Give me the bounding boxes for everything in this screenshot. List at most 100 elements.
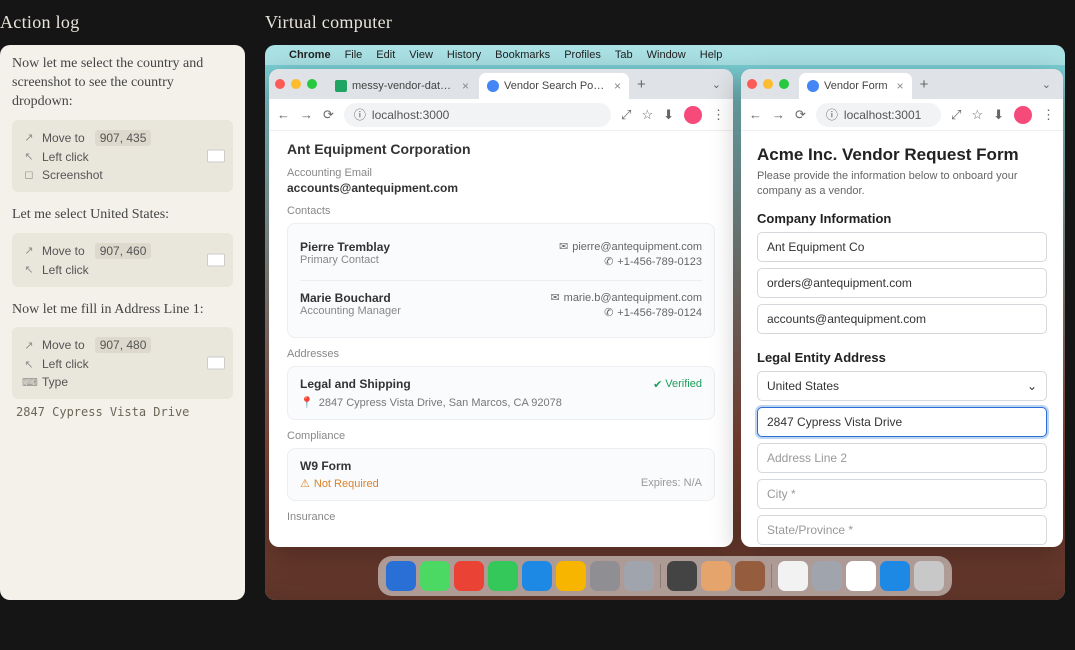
active-app[interactable]: Chrome: [289, 49, 331, 61]
orders-email-input[interactable]: [757, 268, 1047, 298]
install-icon[interactable]: ⤢: [621, 107, 631, 123]
dock-app-icon[interactable]: [420, 561, 450, 591]
download-icon[interactable]: ⬇: [663, 107, 674, 123]
contact-row: Marie Bouchard Accounting Manager ✉marie…: [300, 280, 702, 327]
dock-app-icon[interactable]: [454, 561, 484, 591]
close-tab-icon[interactable]: ×: [897, 79, 904, 93]
contacts-label: Contacts: [287, 205, 715, 217]
action-icon: ◻: [22, 168, 36, 181]
dock-app-icon[interactable]: [914, 561, 944, 591]
site-info-icon[interactable]: ⓘ: [826, 106, 838, 123]
log-action: ↗Move to907, 460: [22, 241, 223, 261]
company-name-input[interactable]: [757, 232, 1047, 262]
site-info-icon[interactable]: ⓘ: [354, 106, 366, 123]
dock-app-icon[interactable]: [386, 561, 416, 591]
install-icon[interactable]: ⤢: [951, 107, 961, 123]
address-bar[interactable]: ⓘ localhost:3000: [344, 103, 611, 127]
profile-avatar[interactable]: [684, 106, 702, 124]
window-controls[interactable]: [275, 79, 317, 89]
kebab-menu-icon[interactable]: ⋮: [712, 107, 725, 123]
virtual-computer: Chrome File Edit View History Bookmarks …: [265, 45, 1065, 600]
virtual-computer-title: Virtual computer: [265, 12, 1065, 33]
back-button[interactable]: ←: [749, 107, 762, 123]
minimize-icon[interactable]: [291, 79, 301, 89]
dock-app-icon[interactable]: [701, 561, 731, 591]
section-company-info: Company Information: [757, 211, 1047, 226]
menu-tab[interactable]: Tab: [615, 49, 633, 61]
dock-app-icon[interactable]: [624, 561, 654, 591]
screenshot-thumb: [207, 149, 225, 162]
menu-file[interactable]: File: [345, 49, 363, 61]
dock-app-icon[interactable]: [880, 561, 910, 591]
reload-button[interactable]: ⟳: [795, 107, 806, 123]
dock-app-icon[interactable]: [812, 561, 842, 591]
window-controls[interactable]: [747, 79, 789, 89]
forward-button[interactable]: →: [772, 107, 785, 123]
dock-app-icon[interactable]: [667, 561, 697, 591]
close-tab-icon[interactable]: ×: [462, 79, 469, 93]
close-icon[interactable]: [747, 79, 757, 89]
bookmark-icon[interactable]: ☆: [971, 107, 983, 123]
dock-app-icon[interactable]: [846, 561, 876, 591]
mac-dock[interactable]: [378, 556, 952, 596]
log-action: ↖Left click: [22, 261, 223, 279]
warning-icon: ⚠: [300, 477, 310, 490]
reload-button[interactable]: ⟳: [323, 107, 334, 123]
accounts-email-input[interactable]: [757, 304, 1047, 334]
tab-vendor-search[interactable]: Vendor Search Portal ×: [479, 73, 629, 99]
new-tab-button[interactable]: +: [914, 76, 935, 93]
check-icon: ✔: [653, 378, 662, 391]
dock-app-icon[interactable]: [778, 561, 808, 591]
action-icon: ↖: [22, 263, 36, 276]
tabs-menu-icon[interactable]: ⌄: [706, 78, 727, 91]
city-input[interactable]: [757, 479, 1047, 509]
action-icon: ↗: [22, 339, 36, 352]
menu-profiles[interactable]: Profiles: [564, 49, 601, 61]
forward-button[interactable]: →: [300, 107, 313, 123]
address-line-1-input[interactable]: [757, 407, 1047, 437]
action-icon: ↗: [22, 244, 36, 257]
close-icon[interactable]: [275, 79, 285, 89]
menu-help[interactable]: Help: [700, 49, 723, 61]
screenshot-thumb: [207, 357, 225, 370]
address-line-2-input[interactable]: [757, 443, 1047, 473]
screenshot-thumb: [207, 253, 225, 266]
chrome-window-vendor-search[interactable]: messy-vendor-data - Googl… × Vendor Sear…: [269, 69, 733, 547]
tab-vendor-data[interactable]: messy-vendor-data - Googl… ×: [327, 73, 477, 99]
zoom-icon[interactable]: [779, 79, 789, 89]
minimize-icon[interactable]: [763, 79, 773, 89]
log-message: Now let me fill in Address Line 1:: [12, 301, 233, 320]
log-action: ↖Left click: [22, 148, 223, 166]
log-action: ↖Left click: [22, 355, 223, 373]
address-bar[interactable]: ⓘ localhost:3001: [816, 103, 941, 127]
chevron-down-icon: ⌄: [1027, 379, 1037, 393]
mac-menubar[interactable]: Chrome File Edit View History Bookmarks …: [265, 45, 1065, 65]
menu-window[interactable]: Window: [647, 49, 686, 61]
profile-avatar[interactable]: [1014, 106, 1032, 124]
menu-history[interactable]: History: [447, 49, 481, 61]
state-input[interactable]: [757, 515, 1047, 545]
dock-app-icon[interactable]: [488, 561, 518, 591]
dock-app-icon[interactable]: [590, 561, 620, 591]
menu-view[interactable]: View: [409, 49, 433, 61]
zoom-icon[interactable]: [307, 79, 317, 89]
new-tab-button[interactable]: +: [631, 76, 652, 93]
kebab-menu-icon[interactable]: ⋮: [1042, 107, 1055, 123]
back-button[interactable]: ←: [277, 107, 290, 123]
email-icon: ✉: [550, 291, 559, 304]
dock-app-icon[interactable]: [735, 561, 765, 591]
menu-bookmarks[interactable]: Bookmarks: [495, 49, 550, 61]
section-legal-address: Legal Entity Address: [757, 350, 1047, 365]
download-icon[interactable]: ⬇: [993, 107, 1004, 123]
dock-app-icon[interactable]: [522, 561, 552, 591]
country-select[interactable]: United States ⌄: [757, 371, 1047, 401]
bookmark-icon[interactable]: ☆: [641, 107, 653, 123]
chrome-window-vendor-form[interactable]: Vendor Form × + ⌄ ← → ⟳: [741, 69, 1063, 547]
tab-vendor-form[interactable]: Vendor Form ×: [799, 73, 912, 99]
dock-app-icon[interactable]: [556, 561, 586, 591]
vendor-form-page: Acme Inc. Vendor Request Form Please pro…: [741, 131, 1063, 547]
menu-edit[interactable]: Edit: [376, 49, 395, 61]
close-tab-icon[interactable]: ×: [614, 79, 621, 93]
tabs-menu-icon[interactable]: ⌄: [1036, 78, 1057, 91]
action-icon: ⌨: [22, 376, 36, 389]
